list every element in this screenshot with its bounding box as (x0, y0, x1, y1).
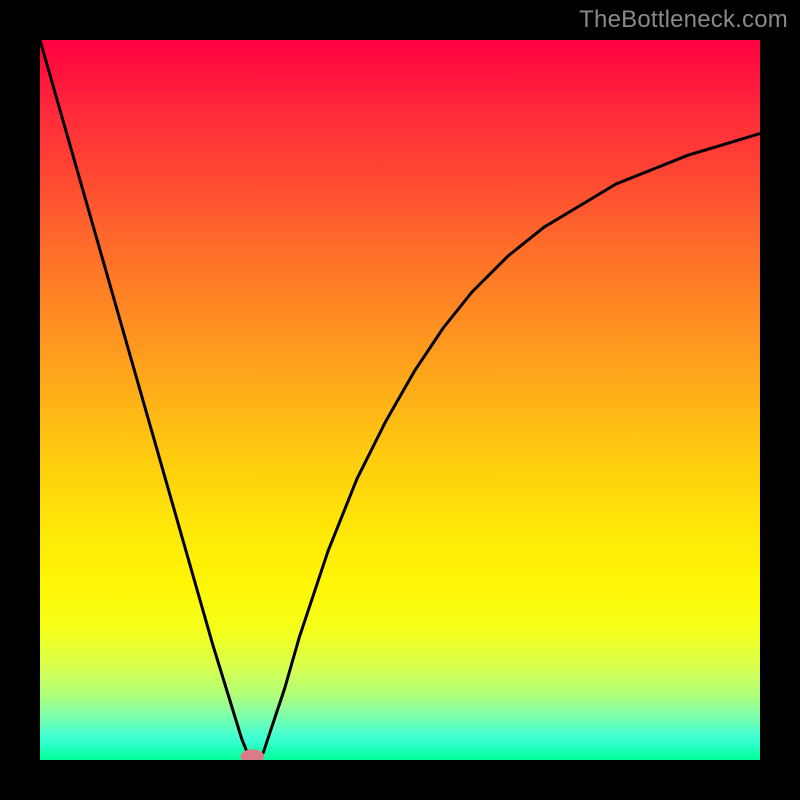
watermark-label: TheBottleneck.com (579, 6, 788, 34)
minimum-marker (240, 749, 264, 760)
curve-svg (40, 40, 760, 760)
chart-frame: TheBottleneck.com (0, 0, 800, 800)
plot-area (40, 40, 760, 760)
bottleneck-curve-path (40, 40, 760, 760)
